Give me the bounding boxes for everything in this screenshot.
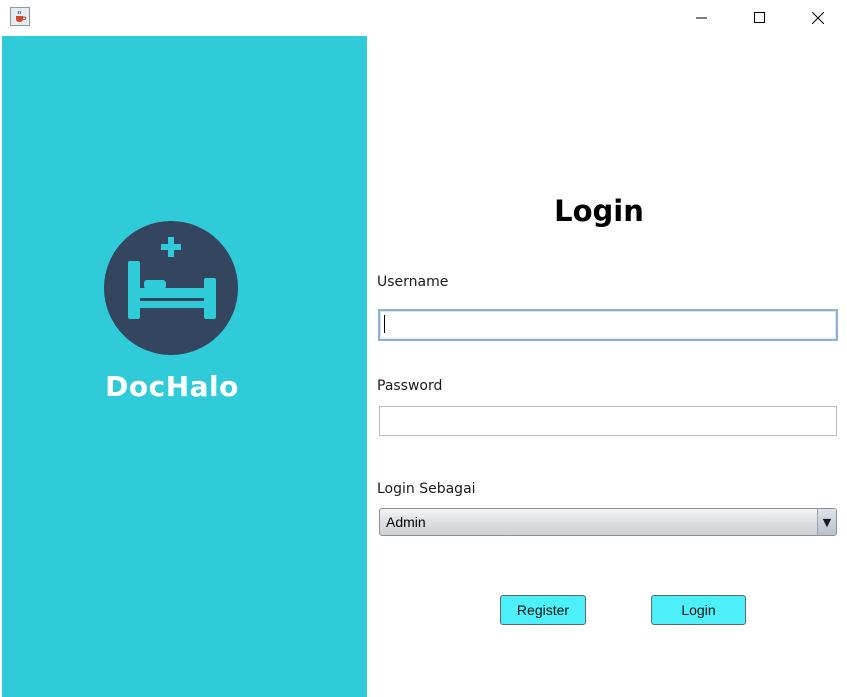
minimize-icon (696, 17, 707, 19)
chevron-down-icon[interactable]: ▼ (817, 509, 836, 535)
hospital-bed-icon (128, 237, 216, 319)
close-icon (812, 12, 824, 24)
role-selected-value: Admin (386, 514, 426, 530)
maximize-icon (754, 12, 765, 23)
text-caret (384, 315, 385, 333)
password-input[interactable] (379, 406, 837, 436)
role-label: Login Sebagai (377, 481, 476, 497)
username-label: Username (377, 274, 449, 290)
java-cup-icon[interactable] (10, 7, 30, 26)
password-label: Password (377, 378, 443, 394)
brand-panel: DocHalo (2, 36, 367, 697)
username-input[interactable] (378, 309, 838, 341)
minimize-button[interactable] (673, 0, 731, 36)
role-select[interactable]: Admin ▼ (379, 508, 837, 536)
brand-name: DocHalo (105, 370, 239, 403)
window-titlebar (0, 0, 847, 36)
page-title: Login (554, 194, 644, 228)
register-button[interactable]: Register (500, 595, 586, 625)
maximize-button[interactable] (731, 0, 789, 36)
close-button[interactable] (789, 0, 847, 36)
brand-logo (104, 221, 238, 355)
login-button[interactable]: Login (651, 595, 746, 625)
